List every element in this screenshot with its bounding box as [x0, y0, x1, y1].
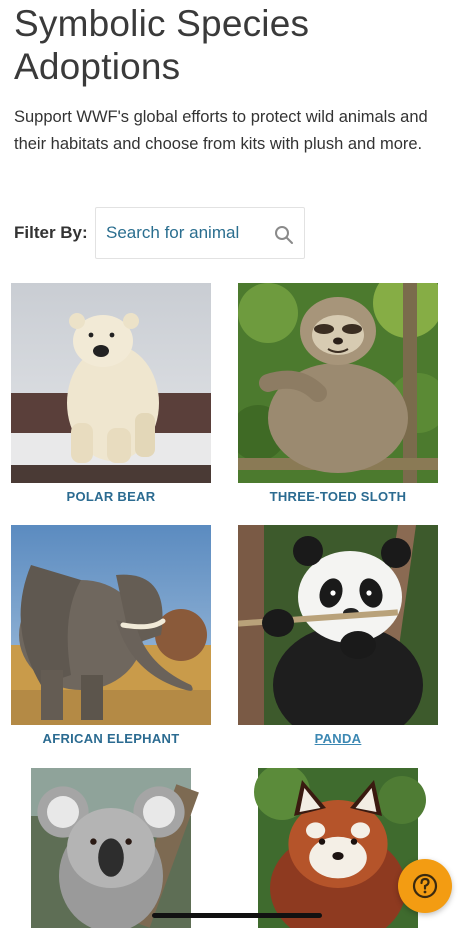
page-title: Symbolic Species Adoptions: [14, 3, 310, 87]
search-icon[interactable]: [274, 225, 294, 245]
search-input[interactable]: [106, 220, 266, 246]
animal-name[interactable]: POLAR BEAR: [11, 489, 211, 504]
intro-text: Support WWF's global efforts to protect …: [14, 108, 428, 153]
search-box[interactable]: [95, 207, 305, 259]
animal-name[interactable]: AFRICAN ELEPHANT: [11, 731, 211, 746]
animal-name[interactable]: PANDA: [238, 731, 438, 746]
animal-card-panda[interactable]: PANDA: [238, 525, 438, 746]
home-indicator: [152, 913, 322, 918]
animal-card-three-toed-sloth[interactable]: THREE-TOED SLOTH: [238, 283, 438, 504]
panda-photo[interactable]: [238, 525, 438, 725]
polar-bear-photo[interactable]: [11, 283, 211, 483]
elephant-photo[interactable]: [11, 525, 211, 725]
filter-label: Filter By:: [14, 223, 88, 242]
sloth-photo[interactable]: [238, 283, 438, 483]
animal-card-polar-bear[interactable]: POLAR BEAR: [11, 283, 211, 504]
animal-card-african-elephant[interactable]: AFRICAN ELEPHANT: [11, 525, 211, 746]
question-mark-icon: [412, 873, 438, 899]
help-button[interactable]: [398, 859, 452, 913]
animal-name[interactable]: THREE-TOED SLOTH: [238, 489, 438, 504]
animal-card-koala[interactable]: [11, 768, 211, 934]
koala-photo[interactable]: [11, 768, 211, 928]
